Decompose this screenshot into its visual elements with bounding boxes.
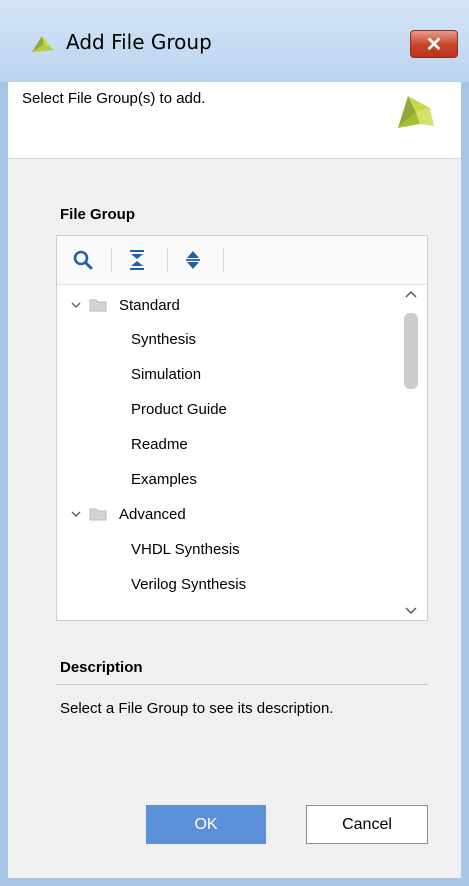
tree-item-label: Readme bbox=[131, 435, 188, 453]
tree-folder-advanced[interactable]: Advanced bbox=[69, 497, 186, 531]
tree-item-label: Product Guide bbox=[131, 400, 227, 418]
scrollbar-thumb[interactable] bbox=[404, 313, 418, 389]
close-button[interactable]: ✕ bbox=[410, 30, 458, 58]
tree-item-examples[interactable]: Examples bbox=[131, 462, 197, 496]
cancel-button[interactable]: Cancel bbox=[306, 805, 428, 844]
dialog-body: Select File Group(s) to add. File Group bbox=[8, 82, 461, 878]
tree-folder-standard[interactable]: Standard bbox=[69, 288, 180, 322]
toolbar-divider bbox=[111, 248, 112, 272]
dialog-window: Add File Group ✕ Select File Group(s) to… bbox=[0, 0, 469, 886]
tree-item-simulation[interactable]: Simulation bbox=[131, 357, 201, 391]
tree-toolbar bbox=[57, 236, 427, 285]
description-text: Select a File Group to see its descripti… bbox=[60, 700, 334, 717]
scroll-up-icon[interactable] bbox=[403, 289, 419, 301]
folder-icon bbox=[89, 299, 107, 312]
tree-scrollbar[interactable] bbox=[395, 285, 427, 620]
expand-all-button[interactable] bbox=[179, 246, 207, 274]
folder-icon bbox=[89, 508, 107, 521]
chevron-down-icon[interactable] bbox=[69, 298, 83, 312]
description-label: Description bbox=[60, 659, 143, 676]
tree-item-verilog-synthesis[interactable]: Verilog Synthesis bbox=[131, 567, 246, 601]
tree-item-product-guide[interactable]: Product Guide bbox=[131, 392, 227, 426]
tree-item-label: Examples bbox=[131, 470, 197, 488]
file-group-tree: Standard Synthesis Simulation Product Gu… bbox=[57, 285, 395, 619]
file-group-label: File Group bbox=[60, 206, 135, 223]
collapse-all-button[interactable] bbox=[123, 246, 151, 274]
file-group-panel: Standard Synthesis Simulation Product Gu… bbox=[56, 235, 428, 621]
close-icon: ✕ bbox=[425, 33, 443, 56]
tree-item-synthesis[interactable]: Synthesis bbox=[131, 322, 196, 356]
window-title: Add File Group bbox=[66, 30, 212, 54]
tree-item-label: Standard bbox=[119, 296, 180, 314]
tree-item-vhdl-synthesis[interactable]: VHDL Synthesis bbox=[131, 532, 240, 566]
description-divider bbox=[56, 684, 428, 685]
search-icon bbox=[73, 250, 93, 270]
collapse-all-icon bbox=[130, 250, 144, 270]
title-bar[interactable]: Add File Group ✕ bbox=[0, 0, 469, 82]
tree-item-label: Advanced bbox=[119, 505, 186, 523]
chevron-down-icon[interactable] bbox=[69, 507, 83, 521]
expand-all-icon bbox=[186, 251, 200, 269]
search-button[interactable] bbox=[69, 246, 97, 274]
tree-item-label: VHDL Synthesis bbox=[131, 540, 240, 558]
vendor-logo-icon bbox=[398, 96, 434, 128]
toolbar-divider bbox=[223, 248, 224, 272]
header-subtitle: Select File Group(s) to add. bbox=[22, 90, 206, 107]
tree-item-label: Verilog Synthesis bbox=[131, 575, 247, 593]
tree-item-label: Simulation bbox=[131, 365, 202, 383]
toolbar-divider bbox=[167, 248, 168, 272]
header-panel: Select File Group(s) to add. bbox=[8, 82, 461, 159]
tree-item-label: Synthesis bbox=[131, 330, 197, 348]
ok-button[interactable]: OK bbox=[146, 805, 266, 844]
app-logo-icon bbox=[32, 36, 54, 52]
tree-item-readme[interactable]: Readme bbox=[131, 427, 188, 461]
scroll-down-icon[interactable] bbox=[403, 604, 419, 616]
